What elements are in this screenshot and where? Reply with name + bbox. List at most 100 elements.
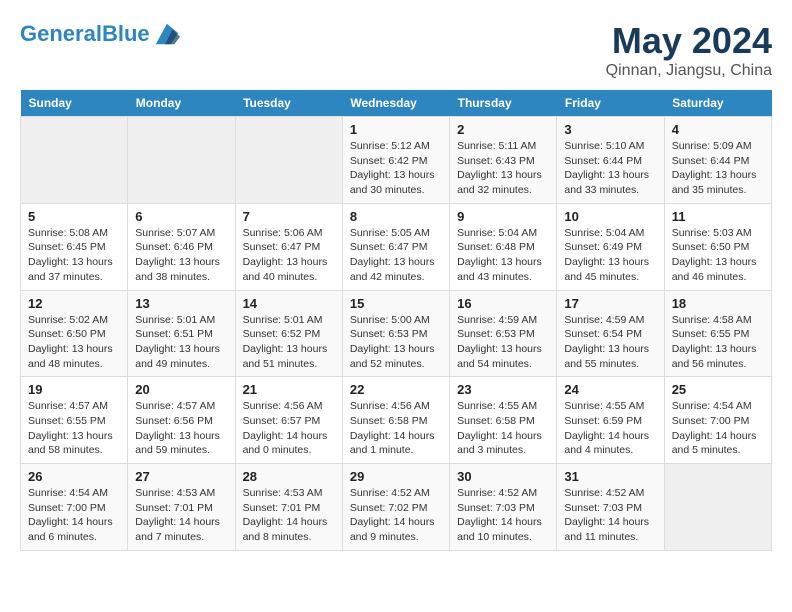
calendar-cell: 11 Sunrise: 5:03 AMSunset: 6:50 PMDayligh… <box>664 203 771 290</box>
day-info: Sunrise: 4:56 AMSunset: 6:58 PMDaylight:… <box>350 399 442 458</box>
day-number: 7 <box>243 209 335 224</box>
calendar-cell: 2 Sunrise: 5:11 AMSunset: 6:43 PMDaylight… <box>450 117 557 204</box>
weekday-header-tuesday: Tuesday <box>235 90 342 117</box>
day-info: Sunrise: 5:00 AMSunset: 6:53 PMDaylight:… <box>350 313 442 372</box>
calendar-header: SundayMondayTuesdayWednesdayThursdayFrid… <box>21 90 772 117</box>
calendar-cell: 15 Sunrise: 5:00 AMSunset: 6:53 PMDayligh… <box>342 290 449 377</box>
calendar-cell: 5 Sunrise: 5:08 AMSunset: 6:45 PMDaylight… <box>21 203 128 290</box>
calendar-week-5: 26 Sunrise: 4:54 AMSunset: 7:00 PMDayligh… <box>21 464 772 551</box>
calendar-cell: 27 Sunrise: 4:53 AMSunset: 7:01 PMDayligh… <box>128 464 235 551</box>
calendar-cell: 31Sunrise: 4:52 AMSunset: 7:03 PMDayligh… <box>557 464 664 551</box>
day-info: Sunrise: 5:08 AMSunset: 6:45 PMDaylight:… <box>28 226 120 285</box>
day-info: Sunrise: 4:52 AMSunset: 7:02 PMDaylight:… <box>350 486 442 545</box>
day-number: 6 <box>135 209 227 224</box>
calendar-cell: 10 Sunrise: 5:04 AMSunset: 6:49 PMDayligh… <box>557 203 664 290</box>
day-number: 25 <box>672 382 764 397</box>
calendar-cell: 6 Sunrise: 5:07 AMSunset: 6:46 PMDaylight… <box>128 203 235 290</box>
day-number: 4 <box>672 122 764 137</box>
day-number: 28 <box>243 469 335 484</box>
calendar-cell: 26 Sunrise: 4:54 AMSunset: 7:00 PMDayligh… <box>21 464 128 551</box>
weekday-header-monday: Monday <box>128 90 235 117</box>
calendar-cell: 3Sunrise: 5:10 AMSunset: 6:44 PMDaylight… <box>557 117 664 204</box>
calendar-week-1: 1 Sunrise: 5:12 AMSunset: 6:42 PMDaylight… <box>21 117 772 204</box>
calendar-cell: 22 Sunrise: 4:56 AMSunset: 6:58 PMDayligh… <box>342 377 449 464</box>
calendar-cell <box>664 464 771 551</box>
calendar-title: May 2024 <box>606 20 772 62</box>
weekday-header-row: SundayMondayTuesdayWednesdayThursdayFrid… <box>21 90 772 117</box>
calendar-cell: 9Sunrise: 5:04 AMSunset: 6:48 PMDaylight… <box>450 203 557 290</box>
day-number: 2 <box>457 122 549 137</box>
day-info: Sunrise: 5:11 AMSunset: 6:43 PMDaylight:… <box>457 139 549 198</box>
day-info: Sunrise: 5:01 AMSunset: 6:51 PMDaylight:… <box>135 313 227 372</box>
calendar-cell: 13 Sunrise: 5:01 AMSunset: 6:51 PMDayligh… <box>128 290 235 377</box>
calendar-cell: 4Sunrise: 5:09 AMSunset: 6:44 PMDaylight… <box>664 117 771 204</box>
calendar-cell: 29 Sunrise: 4:52 AMSunset: 7:02 PMDayligh… <box>342 464 449 551</box>
weekday-header-thursday: Thursday <box>450 90 557 117</box>
day-info: Sunrise: 4:57 AMSunset: 6:55 PMDaylight:… <box>28 399 120 458</box>
calendar-cell: 19Sunrise: 4:57 AMSunset: 6:55 PMDayligh… <box>21 377 128 464</box>
day-info: Sunrise: 5:12 AMSunset: 6:42 PMDaylight:… <box>350 139 442 198</box>
day-number: 5 <box>28 209 120 224</box>
day-info: Sunrise: 4:57 AMSunset: 6:56 PMDaylight:… <box>135 399 227 458</box>
day-info: Sunrise: 4:55 AMSunset: 6:58 PMDaylight:… <box>457 399 549 458</box>
day-number: 16 <box>457 296 549 311</box>
day-number: 22 <box>350 382 442 397</box>
day-number: 20 <box>135 382 227 397</box>
calendar-cell: 17 Sunrise: 4:59 AMSunset: 6:54 PMDayligh… <box>557 290 664 377</box>
weekday-header-sunday: Sunday <box>21 90 128 117</box>
calendar-week-3: 12 Sunrise: 5:02 AMSunset: 6:50 PMDayligh… <box>21 290 772 377</box>
calendar-cell: 21 Sunrise: 4:56 AMSunset: 6:57 PMDayligh… <box>235 377 342 464</box>
day-number: 3 <box>564 122 656 137</box>
day-number: 21 <box>243 382 335 397</box>
day-info: Sunrise: 4:53 AMSunset: 7:01 PMDaylight:… <box>135 486 227 545</box>
day-number: 14 <box>243 296 335 311</box>
day-info: Sunrise: 4:54 AMSunset: 7:00 PMDaylight:… <box>28 486 120 545</box>
calendar-table: SundayMondayTuesdayWednesdayThursdayFrid… <box>20 90 772 551</box>
day-number: 17 <box>564 296 656 311</box>
calendar-cell: 24Sunrise: 4:55 AMSunset: 6:59 PMDayligh… <box>557 377 664 464</box>
day-info: Sunrise: 5:06 AMSunset: 6:47 PMDaylight:… <box>243 226 335 285</box>
day-number: 29 <box>350 469 442 484</box>
day-info: Sunrise: 5:04 AMSunset: 6:49 PMDaylight:… <box>564 226 656 285</box>
calendar-cell: 12 Sunrise: 5:02 AMSunset: 6:50 PMDayligh… <box>21 290 128 377</box>
day-number: 24 <box>564 382 656 397</box>
calendar-cell: 1 Sunrise: 5:12 AMSunset: 6:42 PMDaylight… <box>342 117 449 204</box>
day-number: 13 <box>135 296 227 311</box>
day-info: Sunrise: 5:05 AMSunset: 6:47 PMDaylight:… <box>350 226 442 285</box>
calendar-cell <box>235 117 342 204</box>
day-number: 10 <box>564 209 656 224</box>
day-number: 11 <box>672 209 764 224</box>
day-number: 27 <box>135 469 227 484</box>
title-block: May 2024 Qinnan, Jiangsu, China <box>606 20 772 80</box>
weekday-header-friday: Friday <box>557 90 664 117</box>
calendar-cell: 25 Sunrise: 4:54 AMSunset: 7:00 PMDayligh… <box>664 377 771 464</box>
day-number: 30 <box>457 469 549 484</box>
calendar-week-4: 19Sunrise: 4:57 AMSunset: 6:55 PMDayligh… <box>21 377 772 464</box>
calendar-cell: 28 Sunrise: 4:53 AMSunset: 7:01 PMDayligh… <box>235 464 342 551</box>
logo-text: GeneralBlue <box>20 23 150 45</box>
day-info: Sunrise: 4:53 AMSunset: 7:01 PMDaylight:… <box>243 486 335 545</box>
day-number: 1 <box>350 122 442 137</box>
day-info: Sunrise: 4:59 AMSunset: 6:54 PMDaylight:… <box>564 313 656 372</box>
day-info: Sunrise: 5:07 AMSunset: 6:46 PMDaylight:… <box>135 226 227 285</box>
day-info: Sunrise: 5:04 AMSunset: 6:48 PMDaylight:… <box>457 226 549 285</box>
day-number: 26 <box>28 469 120 484</box>
calendar-cell: 20 Sunrise: 4:57 AMSunset: 6:56 PMDayligh… <box>128 377 235 464</box>
day-info: Sunrise: 5:01 AMSunset: 6:52 PMDaylight:… <box>243 313 335 372</box>
calendar-cell: 8Sunrise: 5:05 AMSunset: 6:47 PMDaylight… <box>342 203 449 290</box>
calendar-cell: 7 Sunrise: 5:06 AMSunset: 6:47 PMDaylight… <box>235 203 342 290</box>
page-header: GeneralBlue May 2024 Qinnan, Jiangsu, Ch… <box>20 20 772 80</box>
calendar-cell: 18 Sunrise: 4:58 AMSunset: 6:55 PMDayligh… <box>664 290 771 377</box>
day-number: 31 <box>564 469 656 484</box>
day-info: Sunrise: 5:02 AMSunset: 6:50 PMDaylight:… <box>28 313 120 372</box>
day-info: Sunrise: 4:59 AMSunset: 6:53 PMDaylight:… <box>457 313 549 372</box>
day-info: Sunrise: 4:58 AMSunset: 6:55 PMDaylight:… <box>672 313 764 372</box>
calendar-cell: 16 Sunrise: 4:59 AMSunset: 6:53 PMDayligh… <box>450 290 557 377</box>
day-info: Sunrise: 5:03 AMSunset: 6:50 PMDaylight:… <box>672 226 764 285</box>
day-number: 18 <box>672 296 764 311</box>
day-info: Sunrise: 4:56 AMSunset: 6:57 PMDaylight:… <box>243 399 335 458</box>
day-info: Sunrise: 4:54 AMSunset: 7:00 PMDaylight:… <box>672 399 764 458</box>
day-number: 15 <box>350 296 442 311</box>
day-number: 12 <box>28 296 120 311</box>
calendar-cell: 30Sunrise: 4:52 AMSunset: 7:03 PMDayligh… <box>450 464 557 551</box>
